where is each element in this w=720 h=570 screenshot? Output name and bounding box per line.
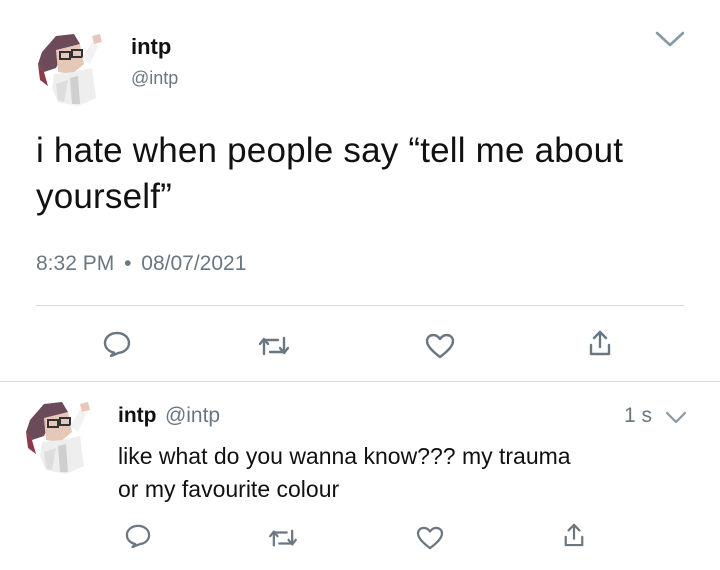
tweet-date: 08/07/2021 (141, 252, 247, 275)
chevron-down-icon[interactable] (665, 411, 687, 429)
retweet-icon[interactable] (268, 527, 298, 549)
share-icon[interactable] (588, 329, 612, 357)
author-handle[interactable]: @intp (165, 404, 220, 427)
reply-text-line: like what do you wanna know??? my trauma (118, 443, 571, 469)
tweet-text: i hate when people say “tell me about yo… (36, 128, 696, 220)
avatar[interactable] (22, 396, 98, 476)
heart-icon[interactable] (425, 333, 455, 359)
share-icon[interactable] (563, 522, 585, 548)
reply-age: 1 s (624, 404, 653, 427)
reply-header: intp @intp (118, 404, 220, 428)
tweet-text-line: i hate when people say “tell me about (36, 131, 624, 170)
section-divider (0, 381, 720, 382)
heart-icon[interactable] (416, 526, 444, 550)
meta-separator: • (124, 252, 132, 275)
author-name[interactable]: intp (118, 404, 156, 427)
chevron-down-icon[interactable] (654, 30, 686, 53)
author-handle[interactable]: @intp (131, 68, 178, 89)
divider (36, 305, 684, 306)
tweet-time: 8:32 PM (36, 252, 115, 275)
avatar-illustration (38, 34, 102, 106)
reply-text: like what do you wanna know??? my trauma… (118, 440, 708, 506)
author-name[interactable]: intp (131, 34, 171, 60)
reply-icon[interactable] (125, 524, 151, 548)
avatar-illustration (26, 402, 90, 474)
tweet-text-line: yourself” (36, 177, 173, 216)
avatar[interactable] (34, 28, 110, 108)
tweet-timestamp[interactable]: 8:32 PM • 08/07/2021 (36, 252, 246, 276)
reply-icon[interactable] (103, 331, 131, 357)
retweet-icon[interactable] (258, 334, 290, 358)
reply-text-line: or my favourite colour (118, 476, 340, 502)
